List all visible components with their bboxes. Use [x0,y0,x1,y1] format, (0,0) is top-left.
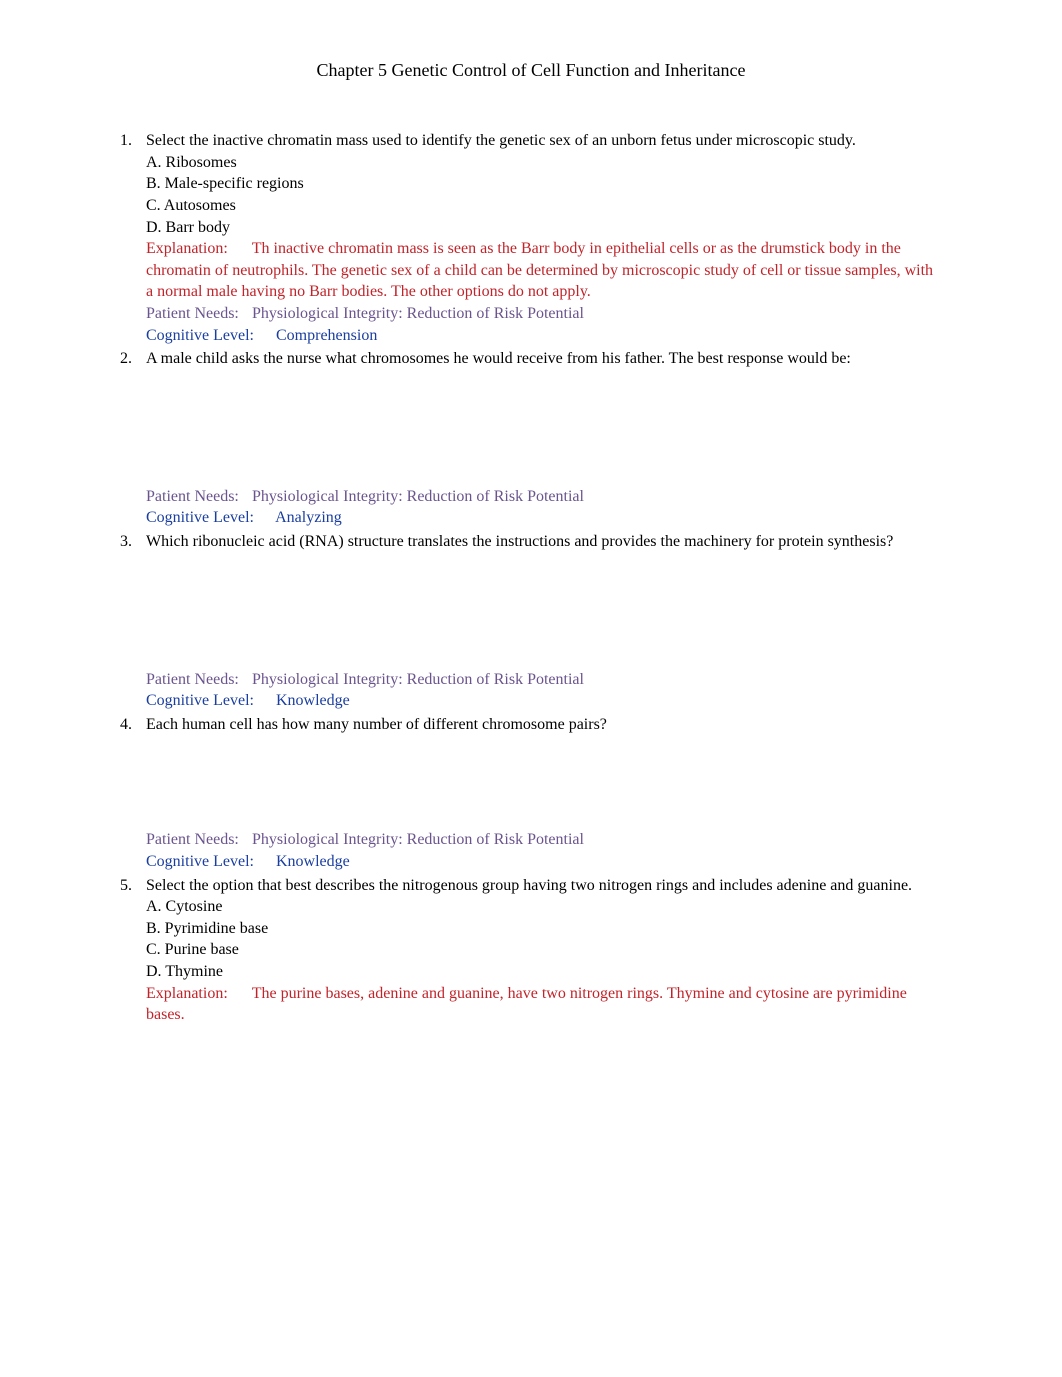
cognitive-level-label: Cognitive Level: [146,325,272,347]
explanation-label: Explanation: [146,238,248,260]
blank-space [146,553,942,669]
option-a: A. Ribosomes [146,152,942,174]
explanation: Explanation: The purine bases, adenine a… [146,983,942,1026]
question-3: Which ribonucleic acid (RNA) structure t… [120,531,942,712]
cognitive-level-text: Knowledge [276,853,350,870]
option-a: A. Cytosine [146,896,942,918]
patient-needs: Patient Needs: Physiological Integrity: … [146,303,942,325]
question-text: Each human cell has how many number of d… [146,714,942,736]
patient-needs: Patient Needs: Physiological Integrity: … [146,829,942,851]
question-text: Which ribonucleic acid (RNA) structure t… [146,531,942,553]
cognitive-level: Cognitive Level: Analyzing [146,507,942,529]
question-text: Select the option that best describes th… [146,875,942,897]
patient-needs: Patient Needs: Physiological Integrity: … [146,486,942,508]
option-b: B. Male-specific regions [146,173,942,195]
option-c: C. Purine base [146,939,942,961]
cognitive-level-text: Comprehension [276,327,377,344]
patient-needs-label: Patient Needs: [146,669,248,691]
options: A. Ribosomes B. Male-specific regions C.… [146,152,942,238]
question-text: A male child asks the nurse what chromos… [146,348,942,370]
explanation-text: The purine bases, adenine and guanine, h… [146,985,907,1024]
cognitive-level-label: Cognitive Level: [146,690,272,712]
question-4: Each human cell has how many number of d… [120,714,942,873]
option-c: C. Autosomes [146,195,942,217]
cognitive-level-text: Analyzing [275,509,342,526]
patient-needs-text: Physiological Integrity: Reduction of Ri… [252,671,584,688]
patient-needs-text: Physiological Integrity: Reduction of Ri… [252,488,584,505]
patient-needs-label: Patient Needs: [146,486,248,508]
question-text: Select the inactive chromatin mass used … [146,130,942,152]
question-list: Select the inactive chromatin mass used … [120,130,942,1025]
question-2: A male child asks the nurse what chromos… [120,348,942,529]
explanation-text: Th inactive chromatin mass is seen as th… [146,240,933,300]
blank-space [146,735,942,829]
patient-needs-text: Physiological Integrity: Reduction of Ri… [252,831,584,848]
patient-needs-text: Physiological Integrity: Reduction of Ri… [252,305,584,322]
patient-needs-label: Patient Needs: [146,303,248,325]
question-1: Select the inactive chromatin mass used … [120,130,942,346]
cognitive-level-label: Cognitive Level: [146,507,272,529]
cognitive-level-text: Knowledge [276,692,350,709]
question-5: Select the option that best describes th… [120,875,942,1026]
option-d: D. Thymine [146,961,942,983]
cognitive-level: Cognitive Level: Knowledge [146,851,942,873]
cognitive-level: Cognitive Level: Knowledge [146,690,942,712]
option-d: D. Barr body [146,217,942,239]
option-b: B. Pyrimidine base [146,918,942,940]
cognitive-level-label: Cognitive Level: [146,851,272,873]
patient-needs: Patient Needs: Physiological Integrity: … [146,669,942,691]
options: A. Cytosine B. Pyrimidine base C. Purine… [146,896,942,982]
blank-space [146,370,942,486]
patient-needs-label: Patient Needs: [146,829,248,851]
page-title: Chapter 5 Genetic Control of Cell Functi… [120,58,942,82]
explanation-label: Explanation: [146,983,248,1005]
cognitive-level: Cognitive Level: Comprehension [146,325,942,347]
explanation: Explanation: Th inactive chromatin mass … [146,238,942,303]
